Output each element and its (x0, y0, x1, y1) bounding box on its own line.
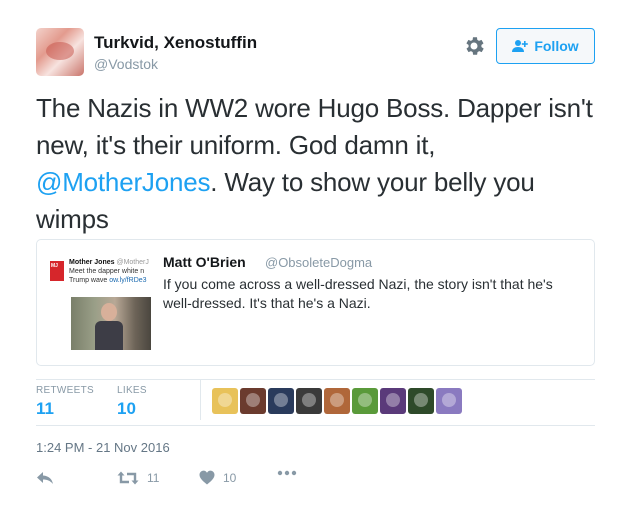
like-button[interactable]: 10 (199, 470, 236, 485)
liker-avatar[interactable] (240, 388, 266, 414)
more-button[interactable] (277, 470, 297, 476)
heart-icon (199, 470, 215, 485)
liker-avatar[interactable] (352, 388, 378, 414)
mother-jones-logo: MJ (50, 261, 64, 281)
liker-avatar[interactable] (324, 388, 350, 414)
liker-avatar[interactable] (296, 388, 322, 414)
liker-avatar[interactable] (268, 388, 294, 414)
likers-avatar-row (212, 388, 462, 414)
quoted-tweet-thumbnail: MJ Mother Jones @MotherJ Meet the dapper… (47, 252, 151, 350)
retweet-action-count: 11 (147, 471, 160, 485)
gear-icon[interactable] (462, 34, 486, 58)
add-user-icon (512, 40, 529, 52)
tweet-mention-link[interactable]: @MotherJones (36, 167, 210, 197)
retweets-count[interactable]: 11 (36, 399, 54, 419)
author-handle[interactable]: @Vodstok (94, 56, 158, 72)
reply-button[interactable] (36, 470, 54, 486)
like-action-count: 10 (223, 470, 237, 485)
tweet-timestamp[interactable]: 1:24 PM - 21 Nov 2016 (36, 440, 170, 455)
more-dots-icon (277, 470, 297, 476)
stats-separator (200, 380, 201, 420)
quoted-tweet-text: If you come across a well-dressed Nazi, … (163, 276, 553, 311)
tweet-text-part1: The Nazis in WW2 wore Hugo Boss. Dapper … (36, 93, 593, 160)
thumbnail-source-name: Mother Jones (69, 259, 115, 266)
reply-icon (37, 472, 53, 484)
follow-button-label: Follow (534, 38, 579, 54)
thumbnail-photo (71, 297, 151, 350)
retweet-icon (117, 471, 139, 485)
thumbnail-source-handle: @MotherJ (116, 259, 149, 266)
likes-count[interactable]: 10 (117, 399, 136, 419)
likes-label: LIKES (117, 385, 147, 396)
thumbnail-line1: Meet the dapper white n (69, 268, 145, 275)
author-avatar[interactable] (36, 28, 84, 76)
liker-avatar[interactable] (436, 388, 462, 414)
quoted-tweet-card[interactable]: MJ Mother Jones @MotherJ Meet the dapper… (36, 239, 595, 366)
divider-top (36, 379, 595, 380)
thumbnail-line2: Trump wave (69, 277, 110, 284)
author-name[interactable]: Turkvid, Xenostuffin (94, 33, 257, 53)
retweets-label: RETWEETS (36, 385, 94, 396)
retweet-button[interactable]: 11 (117, 470, 159, 486)
quoted-author-name: Matt O'Brien (163, 254, 246, 270)
liker-avatar[interactable] (212, 388, 238, 414)
tweet-text: The Nazis in WW2 wore Hugo Boss. Dapper … (36, 90, 606, 238)
thumbnail-link: ow.ly/fRDe3 (109, 277, 147, 284)
follow-button[interactable]: Follow (496, 28, 595, 64)
liker-avatar[interactable] (380, 388, 406, 414)
divider-bottom (36, 425, 595, 426)
liker-avatar[interactable] (408, 388, 434, 414)
quoted-author-handle: @ObsoleteDogma (265, 255, 373, 270)
thumbnail-text: Mother Jones @MotherJ Meet the dapper wh… (69, 258, 149, 285)
